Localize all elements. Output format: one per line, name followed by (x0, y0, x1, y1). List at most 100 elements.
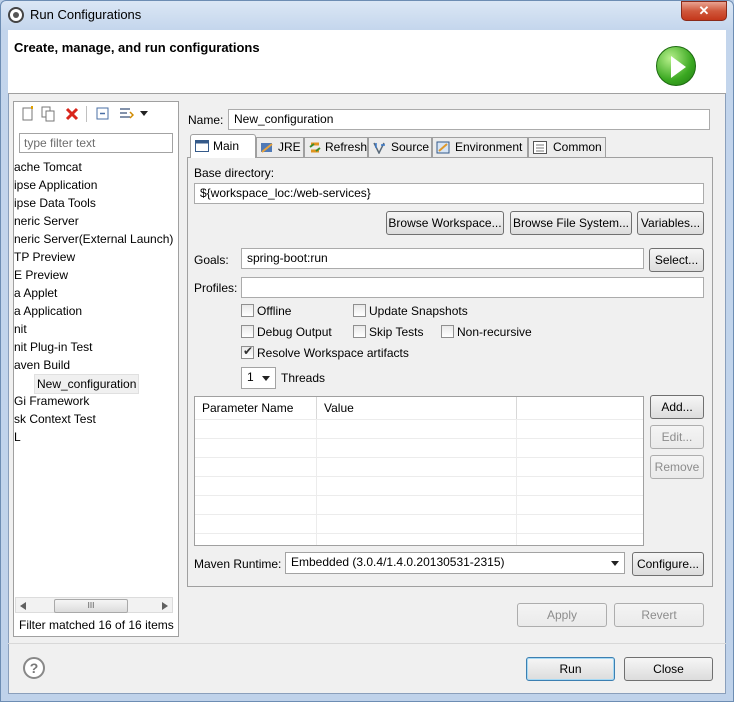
apply-button[interactable]: Apply (517, 603, 607, 627)
edit-parameter-button[interactable]: Edit... (650, 425, 704, 449)
tree-item[interactable]: TP Preview (14, 248, 75, 266)
table-row[interactable] (195, 438, 643, 458)
tree-item[interactable]: a Applet (14, 284, 57, 302)
table-row[interactable] (195, 514, 643, 534)
duplicate-icon[interactable] (40, 106, 56, 122)
offline-label: Offline (257, 304, 292, 318)
name-field[interactable]: New_configuration (228, 109, 710, 130)
tab-jre[interactable]: JRE (256, 137, 304, 157)
help-icon[interactable]: ? (23, 657, 45, 679)
filter-status: Filter matched 16 of 16 items (19, 618, 174, 632)
table-row[interactable] (195, 457, 643, 477)
profiles-label: Profiles: (194, 281, 238, 295)
app-icon (8, 7, 24, 23)
parameters-table[interactable]: Parameter Name Value (194, 396, 644, 546)
column-divider (516, 419, 517, 545)
run-icon (656, 46, 696, 86)
tab-main[interactable]: Main (190, 134, 256, 158)
tree-item[interactable]: aven Build (14, 356, 70, 374)
column-header-parameter-name[interactable]: Parameter Name (195, 397, 317, 419)
table-row[interactable] (195, 495, 643, 515)
tree-item[interactable]: E Preview (14, 266, 68, 284)
environment-icon (436, 141, 450, 154)
tree-item[interactable]: ipse Data Tools (14, 194, 96, 212)
tab-source-label: Source (391, 140, 430, 154)
browse-file-system-button[interactable]: Browse File System... (510, 211, 632, 235)
scroll-thumb[interactable]: III (54, 599, 128, 613)
goals-field[interactable]: spring-boot:run (241, 248, 644, 269)
threads-select[interactable]: 1 (241, 367, 276, 389)
column-header-value[interactable]: Value (317, 397, 517, 419)
tab-refresh-label: Refresh (325, 140, 368, 154)
configure-button[interactable]: Configure... (632, 552, 704, 576)
tab-refresh[interactable]: Refresh (304, 137, 368, 157)
profiles-field[interactable] (241, 277, 704, 298)
scroll-left-icon[interactable] (20, 602, 26, 610)
tab-main-label: Main (213, 139, 240, 153)
filter-icon[interactable] (118, 106, 134, 122)
tree-item[interactable]: neric Server (14, 212, 79, 230)
tab-common-label: Common (553, 140, 602, 154)
tree-item[interactable]: a Application (14, 302, 82, 320)
resolve-workspace-checkbox[interactable] (241, 344, 254, 359)
browse-workspace-button[interactable]: Browse Workspace... (386, 211, 504, 235)
chevron-down-icon[interactable] (140, 111, 148, 117)
debug-output-label: Debug Output (257, 325, 332, 339)
tree-item[interactable]: Gi Framework (14, 392, 89, 410)
filter-input[interactable]: type filter text (19, 133, 173, 153)
horizontal-scrollbar[interactable]: III (15, 597, 173, 613)
skip-tests-checkbox[interactable] (353, 325, 366, 338)
tree-item[interactable]: ipse Application (14, 176, 97, 194)
scroll-right-icon[interactable] (162, 602, 168, 610)
run-button[interactable]: Run (526, 657, 615, 681)
footer-divider (8, 643, 726, 644)
table-row[interactable] (195, 419, 643, 439)
toolbar-separator (86, 106, 87, 122)
debug-output-checkbox[interactable] (241, 325, 254, 338)
select-goals-button[interactable]: Select... (649, 248, 704, 272)
variables-button[interactable]: Variables... (637, 211, 704, 235)
tab-environment[interactable]: Environment (432, 137, 528, 157)
delete-icon[interactable] (64, 106, 80, 122)
name-label: Name: (188, 113, 224, 127)
tree-item[interactable]: nit (14, 320, 27, 338)
non-recursive-label: Non-recursive (457, 325, 532, 339)
config-tree: ache Tomcat ipse Application ipse Data T… (14, 158, 178, 590)
add-parameter-button[interactable]: Add... (650, 395, 704, 419)
window-close-button[interactable]: ✕ (681, 1, 727, 21)
tab-common[interactable]: Common (528, 137, 606, 157)
new-config-icon[interactable] (20, 106, 36, 122)
tree-item[interactable]: nit Plug-in Test (14, 338, 93, 356)
remove-parameter-button[interactable]: Remove (650, 455, 704, 479)
tree-item[interactable]: ache Tomcat (14, 158, 82, 176)
threads-value: 1 (247, 370, 254, 384)
maven-runtime-select[interactable]: Embedded (3.0.4/1.4.0.20130531-2315) (285, 552, 625, 574)
update-snapshots-checkbox[interactable] (353, 304, 366, 317)
revert-button[interactable]: Revert (614, 603, 704, 627)
threads-label: Threads (281, 371, 326, 385)
source-icon (373, 142, 385, 154)
tab-source[interactable]: Source (368, 137, 432, 157)
maven-runtime-label: Maven Runtime: (194, 557, 282, 571)
tree-item-selected[interactable]: New_configuration (34, 374, 140, 394)
tree-item[interactable]: neric Server(External Launch) (14, 230, 173, 248)
tab-environment-label: Environment (455, 140, 523, 154)
active-tab-joiner (191, 156, 255, 158)
chevron-down-icon (262, 376, 270, 381)
base-directory-field[interactable]: ${workspace_loc:/web-services} (194, 183, 704, 204)
column-divider (316, 419, 317, 545)
table-row[interactable] (195, 533, 643, 553)
tree-item[interactable]: L (14, 428, 21, 446)
resolve-workspace-label: Resolve Workspace artifacts (257, 346, 409, 360)
goals-label: Goals: (194, 253, 229, 267)
chevron-down-icon (611, 561, 619, 566)
skip-tests-label: Skip Tests (369, 325, 424, 339)
tree-item[interactable]: sk Context Test (14, 410, 96, 428)
offline-checkbox[interactable] (241, 304, 254, 317)
non-recursive-checkbox[interactable] (441, 325, 454, 338)
jre-icon (261, 143, 273, 153)
table-row[interactable] (195, 476, 643, 496)
window-title: Run Configurations (30, 7, 142, 22)
collapse-all-icon[interactable] (95, 106, 111, 122)
close-button[interactable]: Close (624, 657, 713, 681)
